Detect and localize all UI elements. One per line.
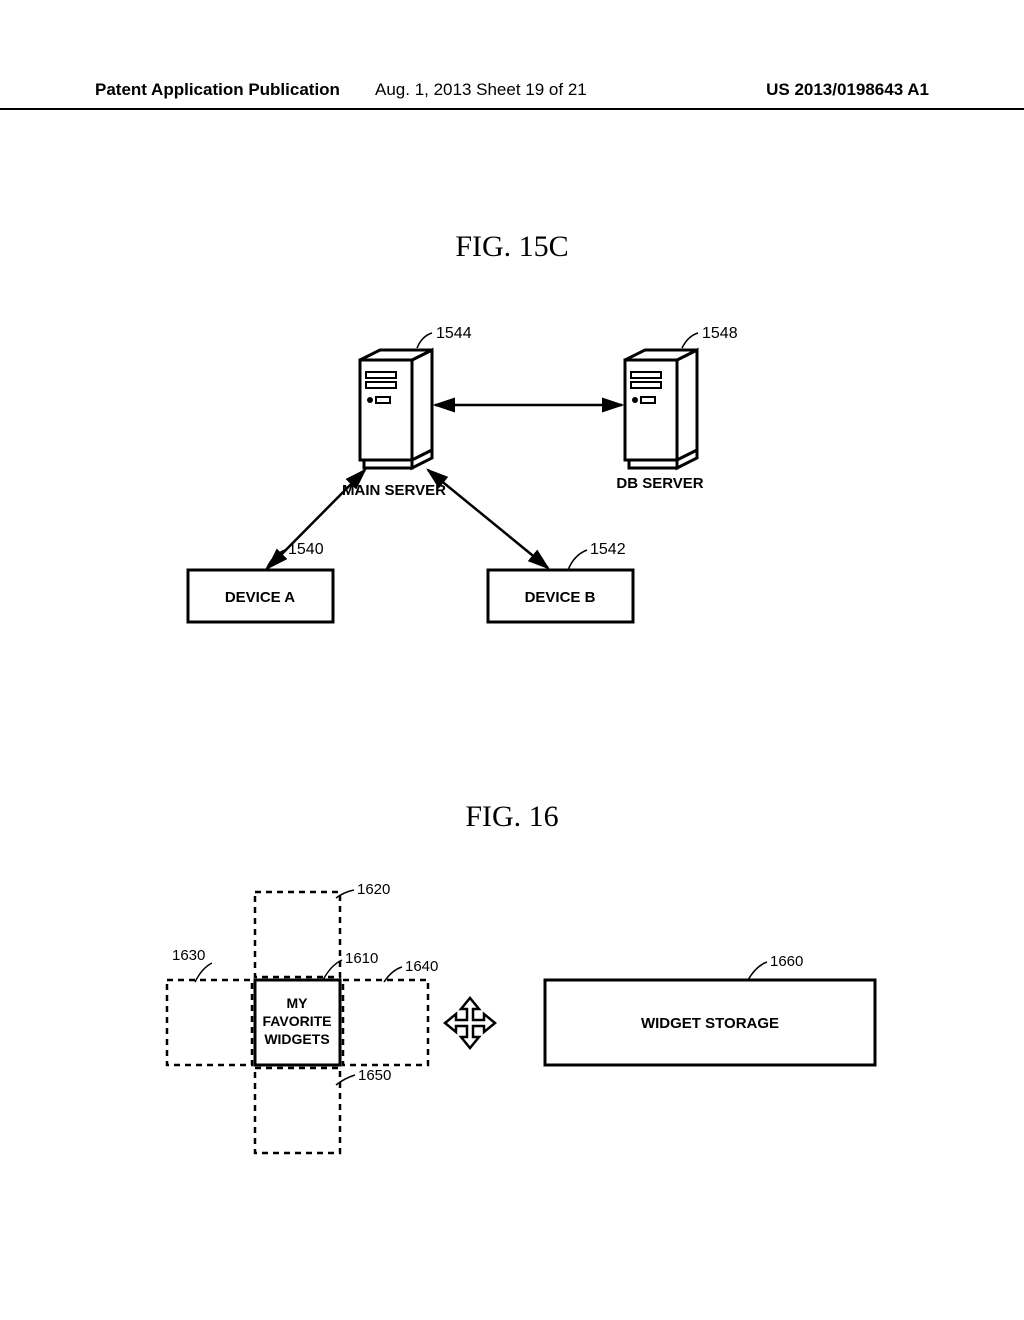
fig16-title: FIG. 16 — [0, 800, 1024, 834]
left-box — [167, 980, 252, 1065]
ref-1540: 1540 — [288, 541, 324, 558]
fig15c-title: FIG. 15C — [0, 230, 1024, 264]
server-db-icon — [625, 350, 697, 468]
header-right: US 2013/0198643 A1 — [766, 80, 929, 100]
ref-1650: 1650 — [358, 1067, 391, 1084]
leader-1544 — [417, 333, 432, 348]
header-left: Patent Application Publication — [95, 80, 340, 100]
ref-1542: 1542 — [590, 541, 626, 558]
header-center: Aug. 1, 2013 Sheet 19 of 21 — [375, 80, 587, 100]
center-line3: WIDGETS — [264, 1031, 329, 1047]
server-main-icon — [360, 350, 432, 468]
ref-1660: 1660 — [770, 953, 803, 970]
ref-1620: 1620 — [357, 881, 390, 898]
leader-1548 — [682, 333, 698, 348]
ref-1548: 1548 — [702, 325, 738, 342]
top-box — [255, 892, 340, 977]
main-server-label: MAIN SERVER — [342, 482, 446, 499]
leader-1542 — [568, 550, 587, 570]
device-a-label: DEVICE A — [225, 589, 295, 606]
storage-label: WIDGET STORAGE — [641, 1015, 779, 1032]
leader-1660 — [748, 962, 767, 980]
center-line1: MY — [287, 995, 309, 1011]
plus-arrows-icon — [445, 998, 495, 1048]
device-b-label: DEVICE B — [525, 589, 596, 606]
db-server-label: DB SERVER — [616, 475, 703, 492]
bottom-box — [255, 1068, 340, 1153]
fig15c-diagram: MAIN SERVER DB SERVER DEVICE A DEVICE B … — [170, 320, 870, 700]
ref-1630: 1630 — [172, 947, 205, 964]
ref-1544: 1544 — [436, 325, 472, 342]
center-line2: FAVORITE — [263, 1013, 332, 1029]
page-header: Patent Application Publication Aug. 1, 2… — [0, 80, 1024, 110]
conn-main-b — [428, 470, 548, 568]
leader-1620 — [336, 890, 354, 898]
fig16-diagram: MY FAVORITE WIDGETS WIDGET STORAGE 1620 … — [150, 870, 910, 1190]
right-box — [343, 980, 428, 1065]
ref-1640: 1640 — [405, 958, 438, 975]
ref-1610: 1610 — [345, 950, 378, 967]
